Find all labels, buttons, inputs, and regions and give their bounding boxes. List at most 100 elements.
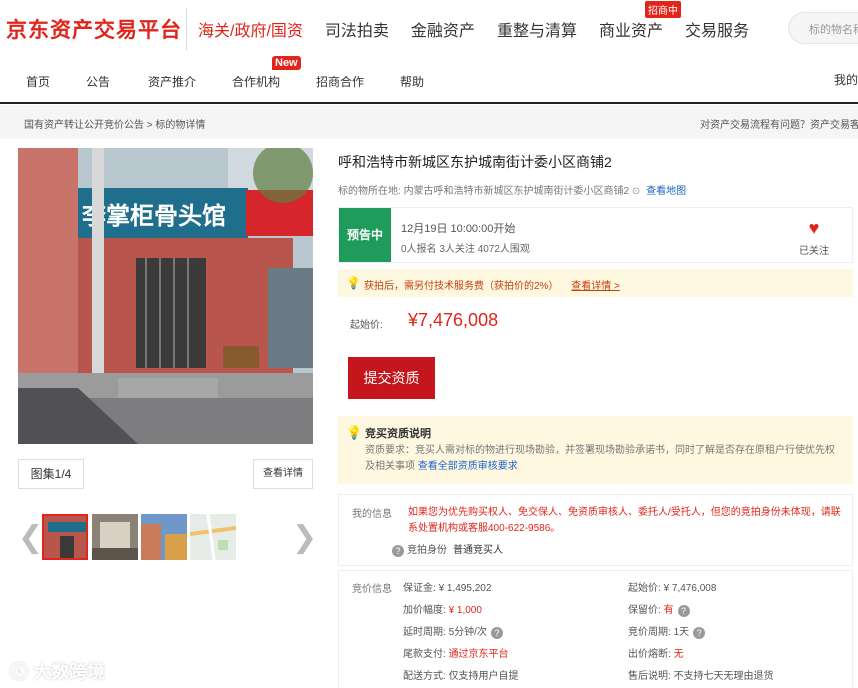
my-account-link[interactable]: 我的: [834, 71, 858, 88]
my-info-text: 如果您为优先购买权人、免交保人、免资质审核人、委托人/受托人，但您的竞拍身份未体…: [408, 507, 841, 534]
main-nav: 海关/政府/国资 司法拍卖 金融资产 重整与清算 商业资产 交易服务: [198, 17, 771, 41]
new-badge: New: [272, 56, 301, 70]
page: 京东资产交易平台 海关/政府/国资 司法拍卖 金融资产 重整与清算 商业资产 交…: [0, 0, 858, 688]
identity-value: 普通竞买人: [453, 545, 503, 556]
nav-financial-assets[interactable]: 金融资产: [411, 17, 475, 41]
qualification-all-link[interactable]: 查看全部资质审核要求: [418, 461, 518, 472]
album-counter-button[interactable]: 图集1/4: [18, 459, 84, 489]
fee-detail-link[interactable]: 查看详情 >: [571, 281, 620, 292]
nav-judicial-auction[interactable]: 司法拍卖: [325, 17, 389, 41]
bid-info-value: 5分钟/次: [448, 627, 487, 638]
bid-info-key: 加价幅度:: [403, 605, 449, 616]
storefront-photo: 李掌柜骨头馆: [18, 148, 313, 444]
lightbulb-icon: 💡: [346, 276, 361, 290]
logo-divider: [186, 8, 187, 50]
bid-info-key: 出价熔断:: [628, 649, 674, 660]
help-icon[interactable]: ?: [693, 627, 706, 639]
auction-status-panel: 预告中 12月19日 10:00:00开始 0人报名 3人关注 4072人围观 …: [338, 207, 853, 263]
bid-info-value: 通过京东平台: [448, 649, 509, 660]
bid-info-value: ¥ 1,000: [448, 605, 482, 616]
bid-info-left-3: 尾款支付: 通过京东平台: [403, 645, 509, 660]
qualification-title: 竞买资质说明: [365, 428, 431, 440]
search-input[interactable]: 标的物名称: [788, 12, 858, 44]
subnav-partners[interactable]: 合作机构: [232, 73, 280, 90]
bid-info-key: 竞价周期:: [628, 627, 674, 638]
participation-counts: 0人报名 3人关注 4072人围观: [401, 244, 530, 255]
watermark-logo: ⓒ 大数跨境: [10, 662, 106, 682]
breadcrumb[interactable]: 国有资产转让公开竞价公告 > 标的物详情: [24, 116, 205, 131]
start-price: ¥7,476,008: [408, 310, 499, 330]
subnav-help[interactable]: 帮助: [400, 73, 424, 90]
follow-label: 已关注: [799, 246, 829, 257]
bid-info-left-2: 延时周期: 5分钟/次?: [403, 623, 506, 639]
view-detail-button[interactable]: 查看详情: [253, 459, 313, 489]
bid-info-value: 1天: [673, 627, 690, 638]
bid-info-label: 竞价信息: [352, 584, 392, 595]
bid-info-right-4: 售后说明: 不支持七天无理由退货: [628, 667, 774, 682]
breadcrumb-bar: 国有资产转让公开竞价公告 > 标的物详情 对资产交易流程有问题？资产交易客服: [0, 105, 858, 139]
qualification-panel: 💡 竞买资质说明 资质要求：竞买人需对标的物进行现场勘验，并签署现场勘验承诺书，…: [338, 416, 853, 484]
qualification-text: 资质要求：竞买人需对标的物进行现场勘验，并签署现场勘验承诺书，同时了解是否存在原…: [365, 443, 843, 475]
bid-info-value: 无: [673, 649, 684, 660]
sub-navigation: 首页 公告 资产推介 合作机构 New 招商合作 帮助 我的: [0, 56, 858, 104]
bid-info-key: 保留价:: [628, 605, 664, 616]
nav-customs-gov[interactable]: 海关/政府/国资: [198, 17, 303, 41]
bid-identity: ? 竞拍身份 普通竞买人: [392, 541, 503, 557]
bid-info-value: 有: [663, 605, 674, 616]
help-icon[interactable]: ?: [677, 605, 690, 617]
my-info-label: 我的信息: [352, 509, 392, 520]
main-photo[interactable]: 李掌柜骨头馆: [18, 148, 313, 444]
status-badge: 预告中: [339, 208, 391, 262]
bid-info-value: 仅支持用户自提: [448, 671, 519, 682]
bid-info-key: 配送方式:: [403, 671, 449, 682]
subnav-business-cooperation[interactable]: 招商合作: [316, 73, 364, 90]
bid-info-value: ¥ 7,476,008: [663, 583, 717, 594]
bid-info-value: ¥ 1,495,202: [438, 583, 492, 594]
next-arrow-icon[interactable]: ❯: [292, 520, 317, 555]
bid-info-key: 延时周期:: [403, 627, 449, 638]
my-info-panel: 我的信息 如果您为优先购买权人、免交保人、免资质审核人、委托人/受托人，但您的竞…: [338, 494, 853, 566]
submit-qualification-button[interactable]: 提交资质: [348, 357, 435, 399]
start-price-label: 起始价:: [350, 320, 383, 331]
item-title: 呼和浩特市新城区东护城南街计委小区商铺2: [338, 154, 612, 170]
service-fee-notice: 💡 获拍后，需另付技术服务费（获拍价的2%） 查看详情 >: [338, 269, 853, 297]
bid-info-value: 不支持七天无理由退货: [673, 671, 774, 682]
recruit-badge: 招商中: [645, 1, 681, 18]
bid-info-left-1: 加价幅度: ¥ 1,000: [403, 601, 482, 616]
bid-info-right-0: 起始价: ¥ 7,476,008: [628, 579, 716, 594]
location-value: 内蒙古呼和浩特市新城区东护城南街计委小区商铺2: [403, 186, 630, 197]
identity-label: 竞拍身份: [407, 545, 447, 556]
top-navigation: 京东资产交易平台 海关/政府/国资 司法拍卖 金融资产 重整与清算 商业资产 交…: [0, 0, 858, 56]
help-icon[interactable]: ?: [392, 545, 404, 557]
thumbnail-2[interactable]: [92, 514, 138, 560]
watermark-text: 大数跨境: [33, 662, 106, 682]
prev-arrow-icon[interactable]: ❮: [18, 520, 43, 555]
item-location: 标的物所在地: 内蒙古呼和浩特市新城区东护城南街计委小区商铺2 ⊙ 查看地图: [338, 182, 686, 197]
bid-info-panel: 竞价信息 保证金: ¥ 1,495,202 加价幅度: ¥ 1,000 延时周期: …: [338, 570, 853, 688]
bid-info-key: 保证金:: [403, 583, 439, 594]
thumbnail-4-map[interactable]: [190, 514, 236, 560]
nav-commercial-assets[interactable]: 商业资产: [599, 17, 663, 41]
subnav-home[interactable]: 首页: [26, 73, 50, 90]
subnav-announcements[interactable]: 公告: [86, 73, 110, 90]
nav-restructuring[interactable]: 重整与清算: [497, 17, 577, 41]
bid-info-left-0: 保证金: ¥ 1,495,202: [403, 579, 491, 594]
follow-button[interactable]: ♥ 已关注: [794, 218, 834, 257]
heart-icon: ♥: [808, 218, 820, 238]
lightbulb-icon: 💡: [346, 425, 363, 440]
bid-info-key: 尾款支付:: [403, 649, 449, 660]
bid-info-right-3: 出价熔断: 无: [628, 645, 684, 660]
location-label: 标的物所在地:: [338, 186, 401, 197]
view-map-link[interactable]: 查看地图: [646, 186, 686, 197]
help-question-link[interactable]: 对资产交易流程有问题？资产交易客服: [700, 116, 858, 131]
bid-info-key: 起始价:: [628, 583, 664, 594]
bid-info-key: 售后说明:: [628, 671, 674, 682]
site-logo[interactable]: 京东资产交易平台: [6, 14, 182, 44]
nav-trade-services[interactable]: 交易服务: [685, 17, 749, 41]
bid-info-left-4: 配送方式: 仅支持用户自提: [403, 667, 519, 682]
start-time: 12月19日 10:00:00开始: [401, 223, 516, 235]
thumbnail-1[interactable]: [42, 514, 88, 560]
subnav-asset-promotion[interactable]: 资产推介: [148, 73, 196, 90]
help-icon[interactable]: ?: [490, 627, 503, 639]
thumbnail-3[interactable]: [141, 514, 187, 560]
